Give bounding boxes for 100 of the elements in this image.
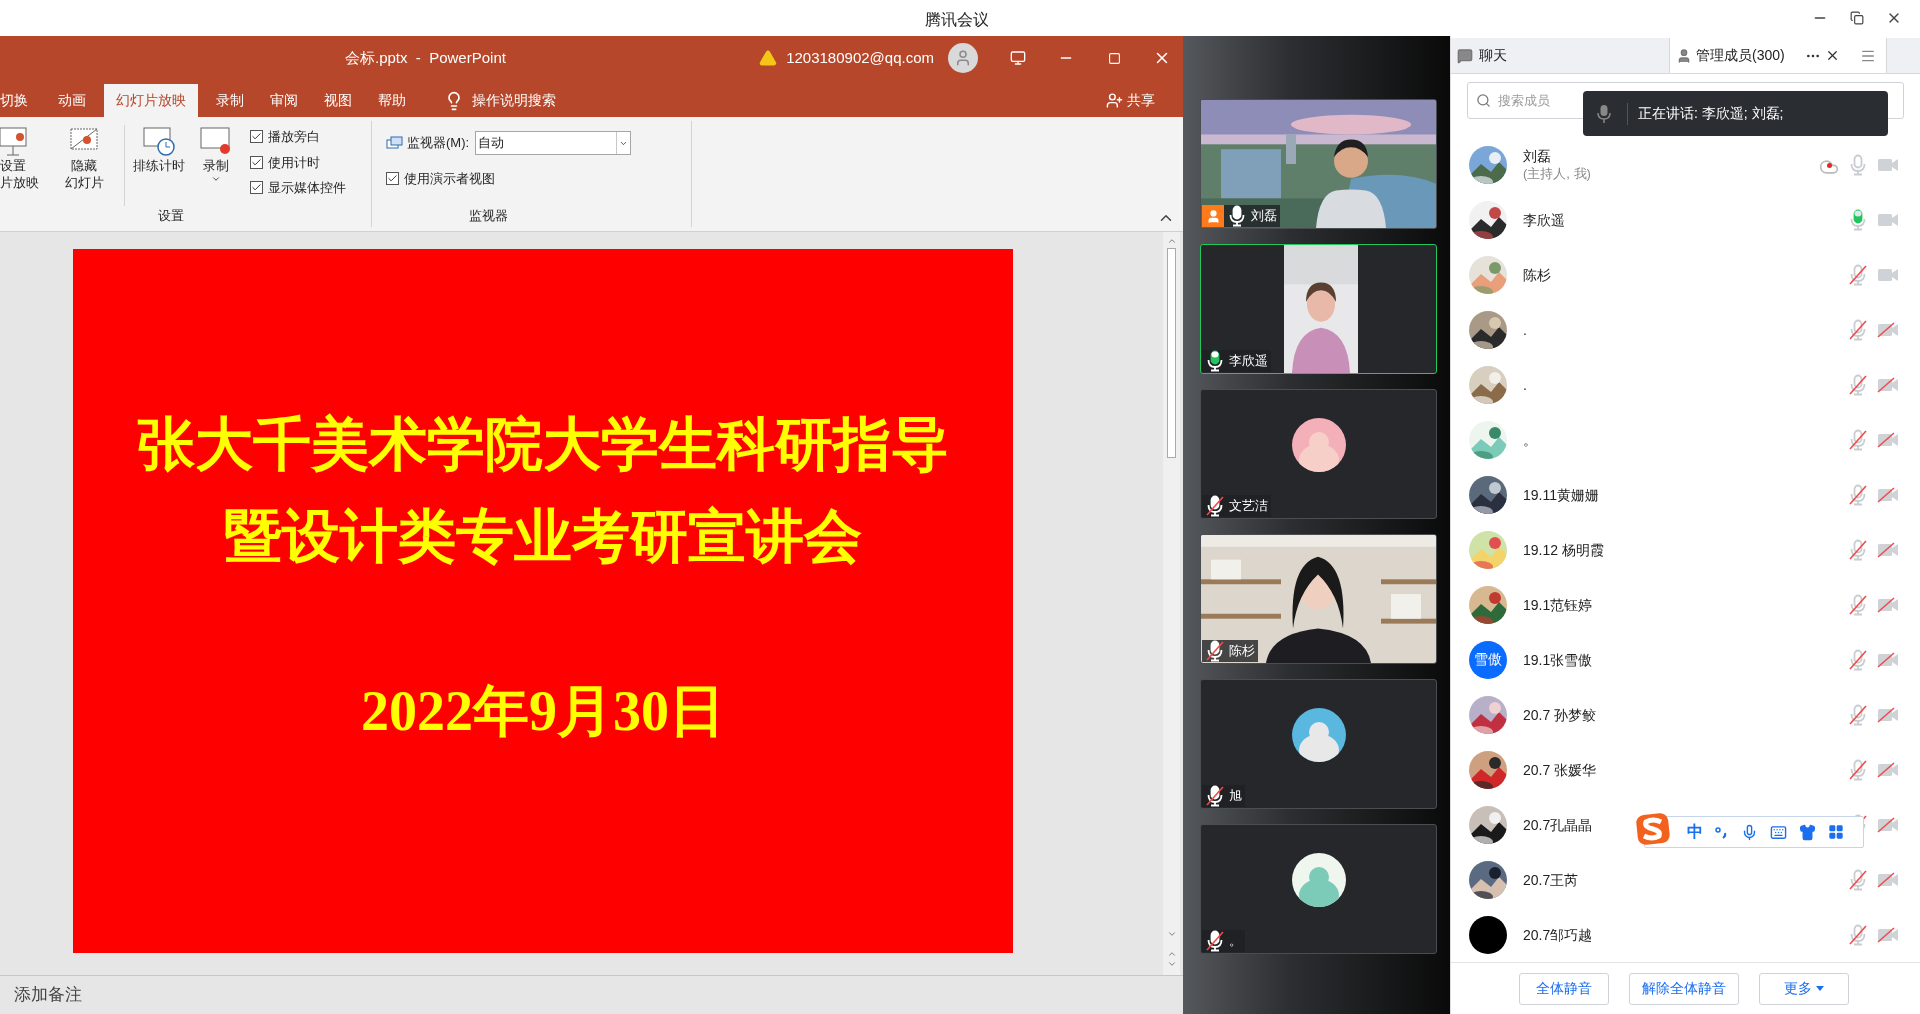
video-tile[interactable]: 旭 (1200, 679, 1437, 809)
close-icon[interactable] (1825, 48, 1840, 63)
warning-icon (759, 49, 778, 67)
restore-icon[interactable] (1850, 11, 1864, 25)
search-icon (1476, 93, 1491, 108)
person-icon (1676, 47, 1692, 64)
next-slide-icon[interactable] (1166, 959, 1177, 969)
member-name: 19.1范钰婷 (1523, 595, 1593, 614)
scroll-down-icon[interactable] (1166, 929, 1177, 939)
participant-name: 文艺洁 (1229, 497, 1268, 516)
mic-icon (1597, 103, 1611, 124)
command-label: 录制 (203, 157, 229, 174)
ribbon-tab[interactable]: 视图 (316, 84, 360, 117)
mic-muted-icon[interactable] (1205, 495, 1225, 517)
camera-off-icon[interactable] (1877, 761, 1899, 778)
video-tile[interactable]: 陈杉 (1200, 534, 1437, 664)
mic-muted-icon[interactable] (1205, 930, 1225, 952)
panel-button[interactable]: 更多 (1759, 972, 1849, 1005)
keyboard-icon[interactable] (1770, 823, 1787, 841)
previous-slide-icon[interactable] (1166, 949, 1177, 959)
camera-off-icon[interactable] (1877, 651, 1899, 668)
command-label: 排练计时 (132, 157, 185, 174)
checkbox[interactable] (250, 130, 263, 144)
video-tile[interactable]: 文艺洁 (1200, 389, 1437, 519)
participant-name: 李欣遥 (1229, 352, 1268, 371)
member-name: 20.7王芮 (1523, 870, 1579, 889)
camera-off-icon[interactable] (1877, 321, 1899, 338)
scroll-up-icon[interactable] (1166, 236, 1177, 246)
checkbox[interactable] (250, 155, 263, 169)
dropdown-caret-icon[interactable] (211, 174, 221, 184)
panel-button[interactable]: 解除全体静音 (1629, 972, 1739, 1005)
maximize-icon[interactable] (1108, 51, 1121, 65)
scrollbar[interactable] (1163, 232, 1180, 975)
member-name: 19.1张雪傲 (1523, 650, 1593, 669)
member-name: 。 (1523, 430, 1537, 449)
share-link[interactable]: 共享 (1127, 90, 1155, 111)
ribbon-tab[interactable]: 审阅 (262, 84, 306, 117)
slide[interactable]: 张大千美术学院大学生科研指导 暨设计类专业考研宣讲会 2022年9月30日 (73, 249, 1013, 953)
checkbox[interactable] (386, 172, 399, 186)
camera-off-icon[interactable] (1877, 871, 1899, 888)
video-tile[interactable]: 李欣遥 (1200, 244, 1437, 374)
participant-name: 旭 (1229, 787, 1242, 806)
skin-icon[interactable] (1799, 823, 1816, 841)
video-tile[interactable]: 刘磊 (1200, 99, 1437, 229)
input-mode-label[interactable]: 中 (1687, 820, 1703, 844)
command-label: 设置 (0, 157, 26, 174)
checkbox-label: 显示媒体控件 (268, 179, 346, 197)
camera-off-icon[interactable] (1877, 431, 1899, 448)
scroll-thumb[interactable] (1167, 248, 1176, 458)
monitors-icon (386, 135, 403, 151)
camera-off-icon[interactable] (1877, 596, 1899, 613)
ribbon-tab[interactable]: 帮助 (370, 84, 414, 117)
record-icon (199, 125, 233, 157)
share-icon[interactable] (1106, 92, 1123, 109)
monitor-select[interactable]: 自动 (475, 131, 632, 155)
speaking-text: 正在讲话: 李欣遥; 刘磊; (1638, 104, 1784, 123)
member-name: . (1523, 375, 1527, 394)
window-title: 腾讯会议 (925, 10, 989, 30)
slide-title: 暨设计类专业考研宣讲会 (224, 502, 862, 570)
camera-off-icon[interactable] (1877, 541, 1899, 558)
member-name: . (1523, 320, 1527, 339)
member-name: 陈杉 (1523, 265, 1551, 284)
notes-placeholder[interactable]: 添加备注 (0, 982, 82, 1008)
checkbox-label: 使用演示者视图 (404, 170, 495, 188)
mic-muted-icon[interactable] (1205, 640, 1225, 662)
account-avatar[interactable] (948, 43, 978, 73)
ribbon-command[interactable]: 录制 (188, 125, 244, 206)
video-tile[interactable]: 。 (1200, 824, 1437, 954)
panel-button[interactable]: 全体静音 (1519, 972, 1609, 1005)
participant-name: 刘磊 (1251, 207, 1277, 226)
ribbon-command[interactable]: 排练计时 (124, 125, 188, 206)
ribbon-tab[interactable]: 动画 (50, 84, 94, 117)
camera-off-icon[interactable] (1877, 926, 1899, 943)
ribbon-command[interactable]: 隐藏 幻灯片 (56, 125, 112, 206)
punctuation-icon[interactable] (1715, 825, 1729, 839)
command-label: 幻灯片 (64, 174, 104, 191)
camera-off-icon[interactable] (1877, 706, 1899, 723)
mic-icon[interactable] (1205, 350, 1225, 372)
ime-logo-icon[interactable] (1634, 810, 1672, 848)
ribbon-tab[interactable]: 切换 (0, 84, 40, 117)
command-label: 隐藏 (71, 157, 97, 174)
camera-off-icon[interactable] (1877, 486, 1899, 503)
camera-off-icon[interactable] (1877, 376, 1899, 393)
panel-tab[interactable]: 管理成员(300) (1669, 38, 1887, 73)
ribbon-command[interactable]: 设置 片放映 (0, 125, 56, 206)
member-name: 20.7孔晶晶 (1523, 815, 1593, 834)
toolbox-icon[interactable] (1828, 824, 1844, 840)
account-name[interactable]: 1203180902@qq.com (786, 46, 934, 70)
group-label: 设置 (157, 206, 184, 225)
mic-muted-icon[interactable] (1205, 785, 1225, 807)
display-options-icon[interactable] (1010, 50, 1026, 66)
checkbox[interactable] (250, 181, 263, 195)
ribbon-tab[interactable]: 录制 (208, 84, 252, 117)
voice-input-icon[interactable] (1741, 823, 1758, 841)
camera-off-icon[interactable] (1877, 816, 1899, 833)
mic-icon[interactable] (1227, 205, 1247, 227)
group-label: 监视器 (469, 206, 508, 225)
document-title: 会标.pptx - PowerPoint (344, 47, 506, 68)
ribbon-tab[interactable]: 幻灯片放映 (104, 84, 198, 117)
tell-me-search[interactable]: 操作说明搜索 (472, 90, 556, 111)
